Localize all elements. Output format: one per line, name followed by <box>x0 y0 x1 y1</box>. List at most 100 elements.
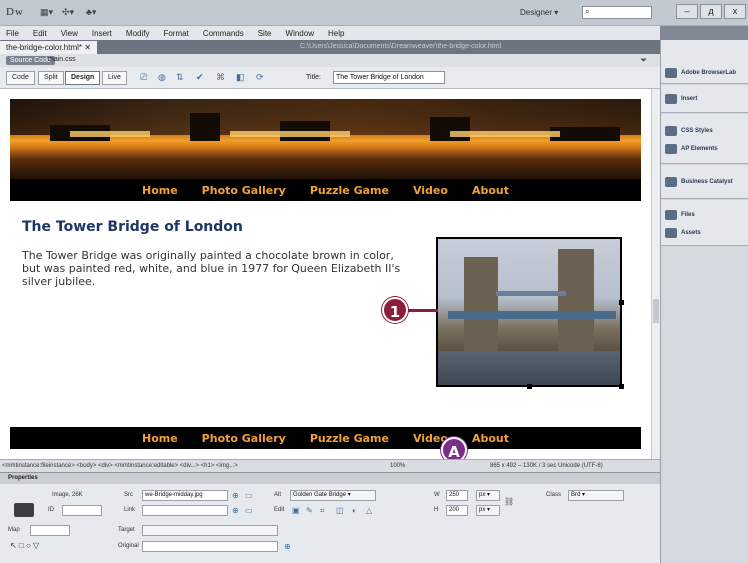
minimize-button[interactable]: – <box>676 4 698 19</box>
constrain-lock-icon[interactable]: ⛓ <box>504 497 514 506</box>
menu-format[interactable]: Format <box>163 29 188 38</box>
panel-label: Files <box>681 212 695 218</box>
menu-site[interactable]: Site <box>258 29 272 38</box>
insert-icon <box>665 94 677 104</box>
title-label: Title: <box>306 74 321 81</box>
body-paragraph[interactable]: The Tower Bridge was originally painted … <box>22 249 406 288</box>
map-field[interactable] <box>30 525 70 536</box>
scrollbar-thumb[interactable] <box>653 299 659 323</box>
panel-assets[interactable]: Assets <box>665 226 701 240</box>
panel-business-catalyst[interactable]: Business Catalyst <box>665 175 733 189</box>
height-field[interactable]: 200 <box>446 505 468 516</box>
properties-header[interactable]: Properties <box>0 473 660 484</box>
pointer-hotspot-icon[interactable]: ↖ □ ○ ▽ <box>10 541 39 550</box>
refresh-icon[interactable]: ⟳ <box>256 72 264 83</box>
edit-photoshop-icon[interactable]: ▣ <box>292 506 300 515</box>
title-bar: Dw ▦▾ ✣▾ ♣▾ Designer ▾ ⌕ – д x <box>0 0 748 26</box>
resample-icon[interactable]: ◫ <box>336 506 344 515</box>
menu-insert[interactable]: Insert <box>92 29 112 38</box>
crop-icon[interactable]: ⌗ <box>320 506 325 516</box>
w3c-validation-icon[interactable]: ✔ <box>196 72 204 83</box>
link-field[interactable] <box>142 505 228 516</box>
close-tab-icon[interactable]: ✕ <box>84 43 91 52</box>
original-field[interactable] <box>142 541 278 552</box>
width-field[interactable]: 250 <box>446 490 468 501</box>
split-view-button[interactable]: Split <box>38 71 64 85</box>
panel-files[interactable]: Files <box>665 208 695 222</box>
resize-handle-bottom[interactable] <box>527 384 532 389</box>
ap-elements-icon <box>665 144 677 154</box>
panel-css-styles[interactable]: CSS Styles <box>665 124 713 138</box>
window-size-info[interactable]: 865 x 492 – 130K / 3 sec Unicode (UTF-8) <box>490 463 603 469</box>
nav-home[interactable]: Home <box>142 432 178 445</box>
image-size-label: Image, 26K <box>52 492 83 498</box>
resize-handle-corner[interactable] <box>619 384 624 389</box>
bottom-nav-bar: Home Photo Gallery Puzzle Game Video Abo… <box>10 427 641 449</box>
point-to-file-icon[interactable]: ⊕ <box>232 491 239 500</box>
panel-insert[interactable]: Insert <box>665 92 697 106</box>
link-browse-icon[interactable]: ▭ <box>245 506 253 515</box>
menu-file[interactable]: File <box>6 29 19 38</box>
code-view-button[interactable]: Code <box>6 71 35 85</box>
nav-video[interactable]: Video <box>413 184 448 197</box>
id-field[interactable] <box>62 505 102 516</box>
sharpen-icon[interactable]: △ <box>366 506 372 515</box>
brightness-icon[interactable]: ◐ <box>352 506 357 515</box>
maximize-button[interactable]: д <box>700 4 722 19</box>
design-vertical-scrollbar[interactable] <box>651 89 660 459</box>
site-icon[interactable]: ♣▾ <box>86 7 96 18</box>
original-point-icon[interactable]: ⊕ <box>284 542 291 551</box>
layout-icon[interactable]: ▦▾ <box>40 7 53 18</box>
file-management-icon[interactable]: ⇅ <box>176 72 184 83</box>
menu-view[interactable]: View <box>61 29 78 38</box>
panel-group-files: Files Assets <box>661 200 748 246</box>
nav-puzzle-game[interactable]: Puzzle Game <box>310 432 389 445</box>
resize-handle-right[interactable] <box>619 300 624 305</box>
width-unit-select[interactable]: px ▾ <box>476 490 500 501</box>
edit-label: Edit <box>274 507 285 513</box>
nav-about[interactable]: About <box>472 184 509 197</box>
class-select[interactable]: Brd ▾ <box>568 490 624 501</box>
target-select[interactable] <box>142 525 278 536</box>
preview-browser-icon[interactable]: ◍ <box>158 72 166 83</box>
nav-home[interactable]: Home <box>142 184 178 197</box>
related-file-css[interactable]: main.css <box>48 56 76 63</box>
height-unit-select[interactable]: px ▾ <box>476 505 500 516</box>
bridge-tower-left <box>464 257 498 353</box>
browse-folder-icon[interactable]: ▭ <box>245 491 253 500</box>
panel-browserlab[interactable]: Adobe BrowserLab <box>665 66 736 80</box>
tag-selector[interactable]: <mmtinstance:fileinstance> <body> <div> … <box>2 463 238 469</box>
panel-label: CSS Styles <box>681 128 713 134</box>
menu-commands[interactable]: Commands <box>203 29 244 38</box>
menu-help[interactable]: Help <box>328 29 344 38</box>
nav-about[interactable]: About <box>472 432 509 445</box>
close-button[interactable]: x <box>724 4 746 19</box>
live-view-button[interactable]: Live <box>102 71 127 85</box>
tower-bridge-photo[interactable] <box>436 237 622 387</box>
check-browser-icon[interactable]: ⌘ <box>216 72 225 83</box>
help-search-input[interactable]: ⌕ <box>582 6 652 19</box>
link-point-icon[interactable]: ⊕ <box>232 506 239 515</box>
height-unit-value: px <box>479 507 486 513</box>
zoom-level[interactable]: 100% <box>390 463 405 469</box>
document-title-input[interactable]: The Tower Bridge of London <box>333 71 445 84</box>
multiscreen-icon[interactable]: ⎚ <box>140 72 147 83</box>
menu-edit[interactable]: Edit <box>33 29 47 38</box>
panel-ap-elements[interactable]: AP Elements <box>665 142 718 156</box>
menu-modify[interactable]: Modify <box>126 29 150 38</box>
filter-icon[interactable]: ⏷ <box>640 55 647 66</box>
design-view[interactable]: Home Photo Gallery Puzzle Game Video Abo… <box>0 89 651 459</box>
alt-field[interactable]: Golden Gate Bridge ▾ <box>290 490 376 501</box>
extend-icon[interactable]: ✣▾ <box>62 7 74 18</box>
edit-settings-icon[interactable]: ✎ <box>306 506 313 515</box>
document-tab[interactable]: the-bridge-color.html* ✕ <box>0 41 97 54</box>
nav-photo-gallery[interactable]: Photo Gallery <box>202 184 286 197</box>
workspace-switcher[interactable]: Designer ▾ <box>520 8 558 17</box>
menu-window[interactable]: Window <box>286 29 314 38</box>
nav-puzzle-game[interactable]: Puzzle Game <box>310 184 389 197</box>
src-field[interactable]: we-Bridge-midday.jpg <box>142 490 228 501</box>
visual-aids-icon[interactable]: ◧ <box>236 72 245 83</box>
nav-photo-gallery[interactable]: Photo Gallery <box>202 432 286 445</box>
page-heading[interactable]: The Tower Bridge of London <box>22 219 243 235</box>
design-view-button[interactable]: Design <box>65 71 101 85</box>
